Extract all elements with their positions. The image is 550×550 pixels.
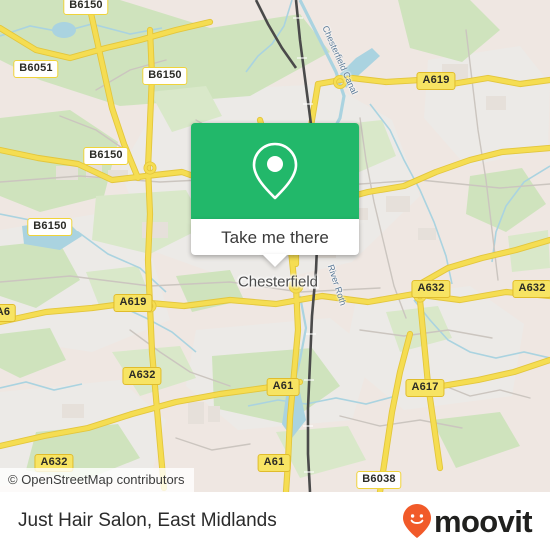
moovit-smiley-pin-icon (402, 504, 431, 538)
road-shield[interactable]: B6051 (13, 60, 59, 78)
destination-popup[interactable]: Take me there (191, 123, 359, 267)
road-shield[interactable]: A617 (405, 379, 445, 397)
osm-attribution[interactable]: © OpenStreetMap contributors (0, 468, 194, 492)
road-shield[interactable]: B6150 (142, 67, 188, 85)
moovit-logo[interactable]: moovit (402, 503, 533, 539)
road-shield[interactable]: A619 (416, 72, 456, 90)
road-shield[interactable]: B6150 (27, 218, 73, 236)
place-label-chesterfield: Chesterfield (237, 273, 319, 291)
road-shield[interactable]: A61 (257, 454, 291, 472)
road-shield[interactable]: A61 (266, 378, 300, 396)
location-title: Just Hair Salon, East Midlands (18, 510, 277, 531)
moovit-wordmark: moovit (433, 503, 533, 539)
road-shield[interactable]: A619 (113, 294, 153, 312)
road-shield[interactable]: B6150 (83, 147, 129, 165)
footer-bar: Just Hair Salon, East Midlands moovit (0, 492, 550, 550)
take-me-there-label: Take me there (221, 227, 329, 247)
road-shield[interactable]: B6150 (63, 0, 109, 15)
location-pin-icon (252, 142, 298, 200)
take-me-there-button[interactable]: Take me there (191, 219, 359, 267)
popup-pointer-tail (262, 254, 288, 267)
road-shield[interactable]: A632 (411, 280, 451, 298)
moovit-map-screenshot: .landbg{fill:#efe7e2} .green{fill:#cfe3b… (0, 0, 550, 550)
road-shield[interactable]: A6 (0, 304, 17, 322)
road-shield[interactable]: B6038 (356, 471, 402, 489)
road-shield[interactable]: A632 (122, 367, 162, 385)
road-shield[interactable]: A632 (512, 280, 550, 298)
popup-icon-panel (191, 123, 359, 219)
